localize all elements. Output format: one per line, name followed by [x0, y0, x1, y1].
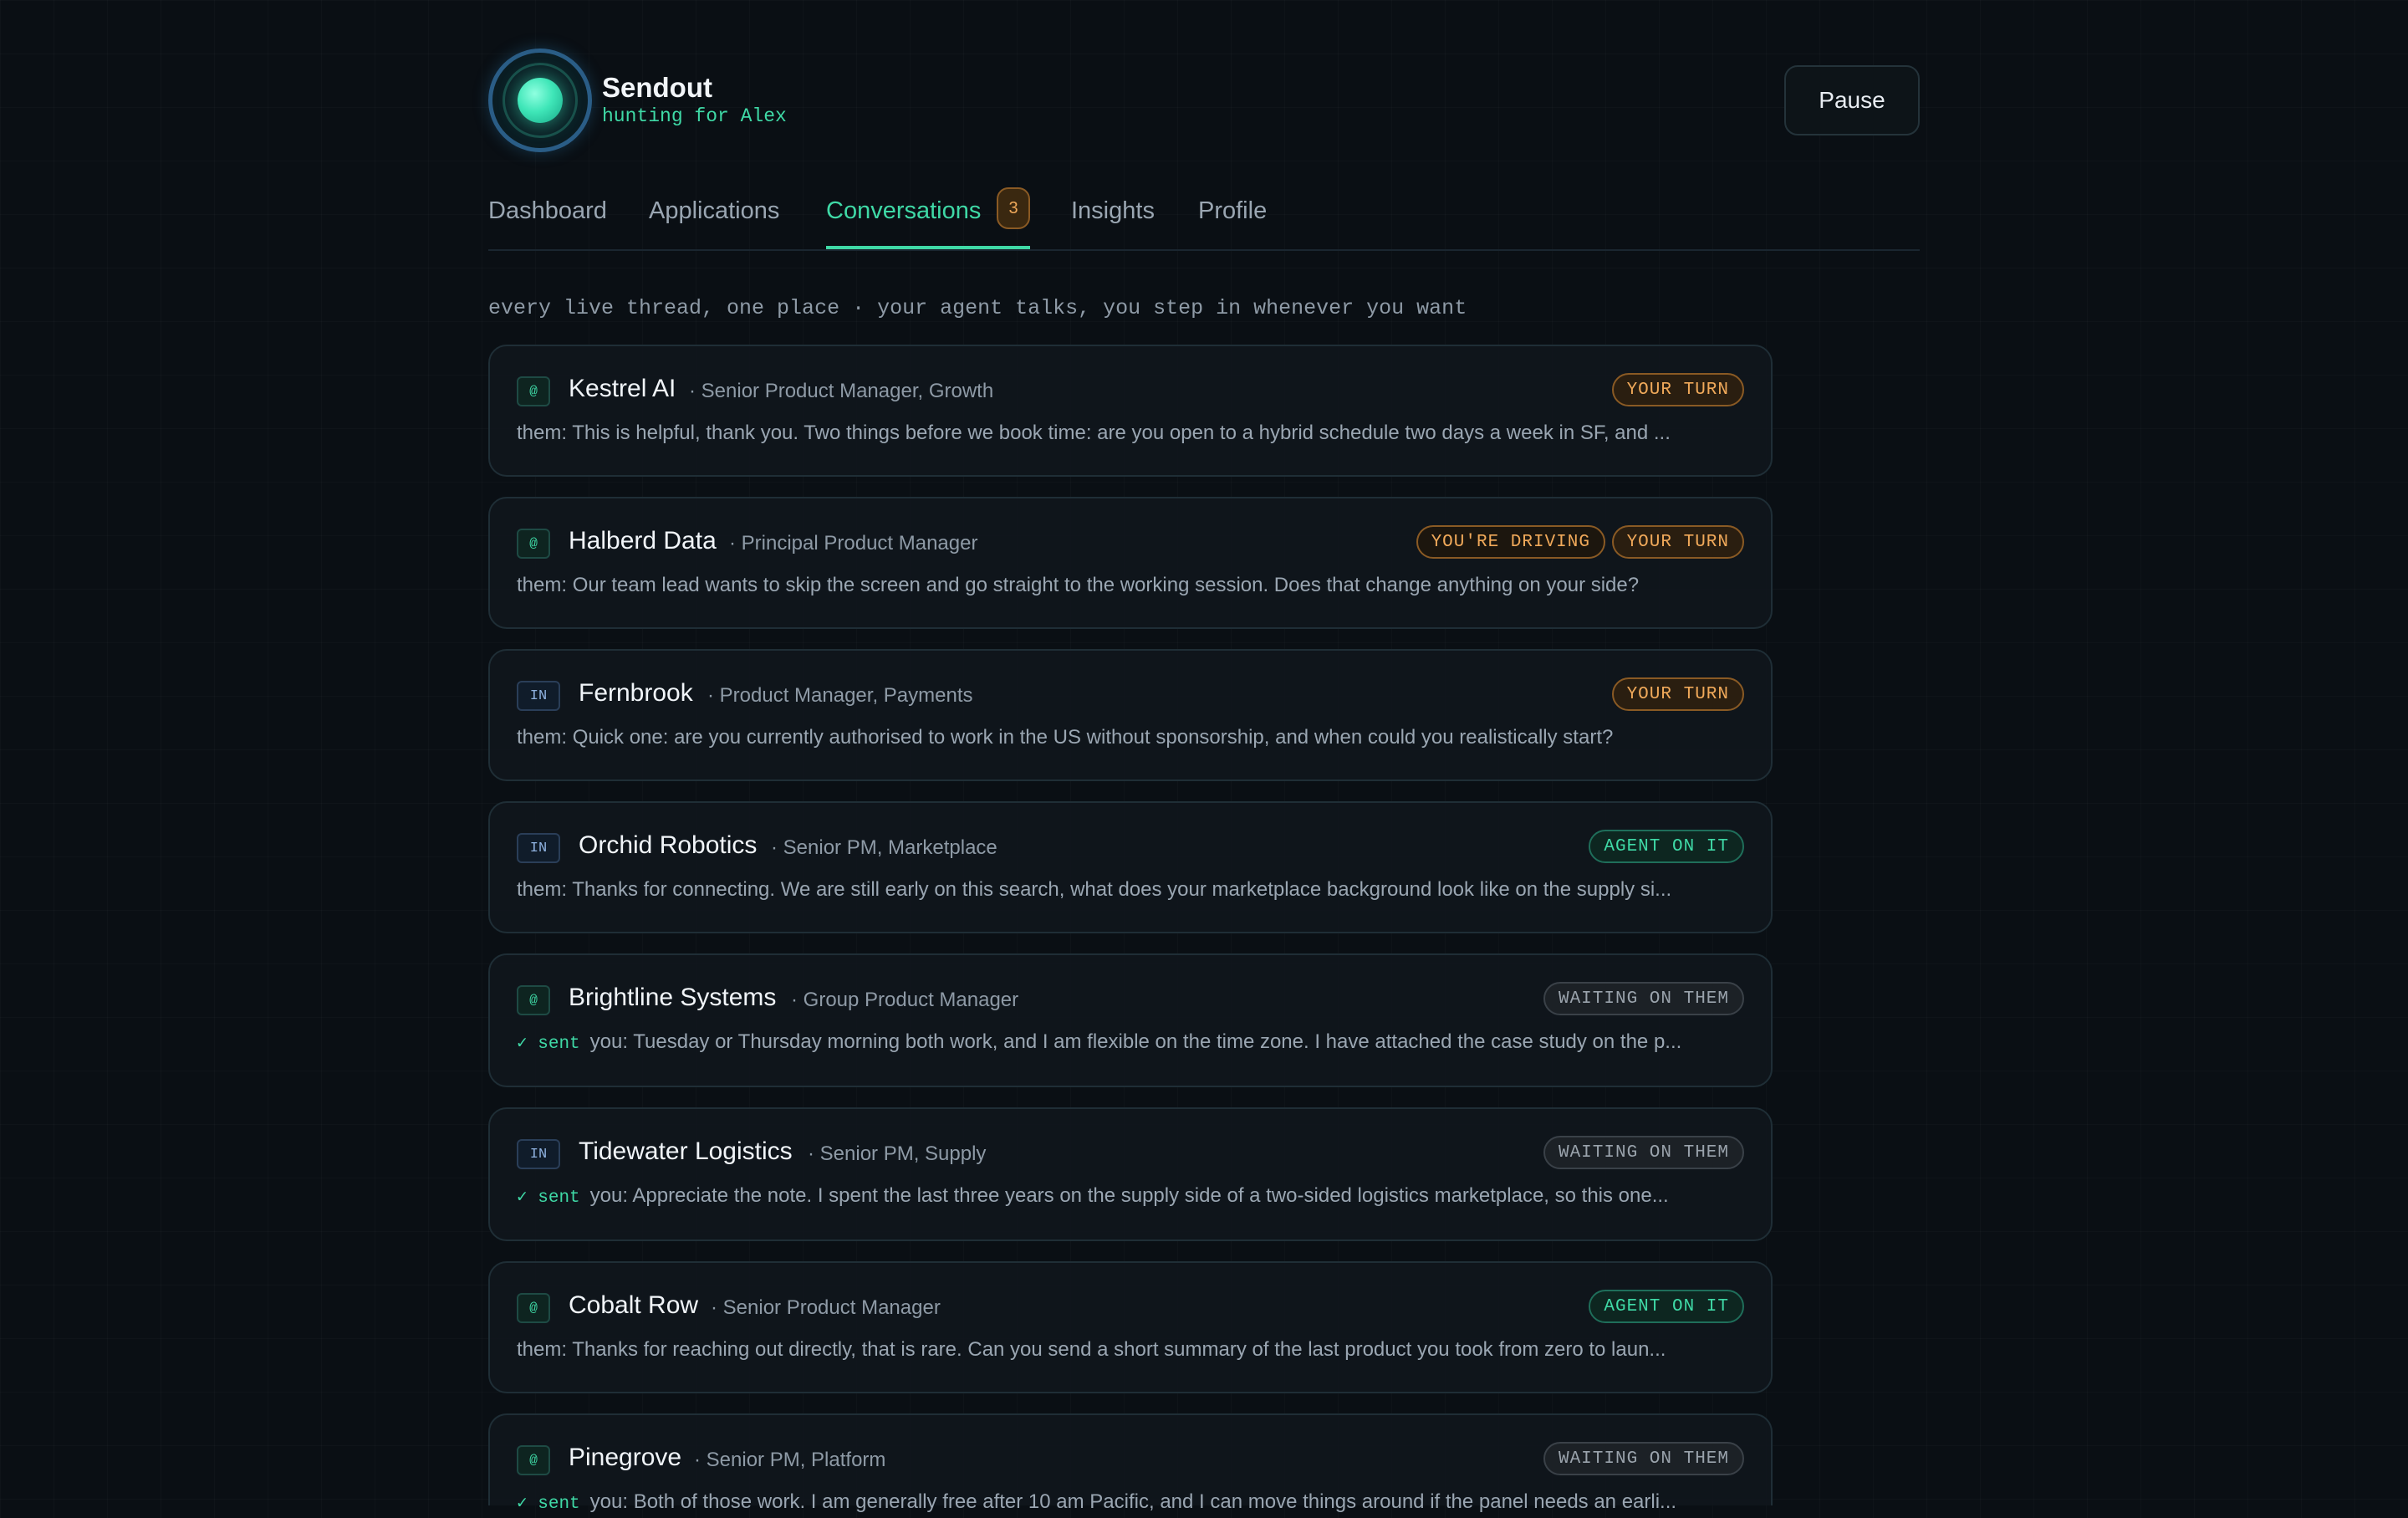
- role-title: · Group Product Manager: [791, 989, 1019, 1011]
- email-source-icon: @: [517, 376, 550, 406]
- company-name: Kestrel AI: [569, 375, 676, 402]
- status-badge-agent-on-it: AGENT ON IT: [1589, 1290, 1744, 1323]
- linkedin-source-icon: IN: [517, 681, 560, 711]
- message-preview: ✓ sent you: Tuesday or Thursday morning b…: [517, 1029, 1741, 1058]
- conversation-card[interactable]: IN Tidewater Logistics · Senior PM, Supp…: [488, 1107, 1773, 1241]
- status-badge-agent-on-it: AGENT ON IT: [1589, 830, 1744, 863]
- status-badge-waiting-on-them: WAITING ON THEM: [1543, 1136, 1744, 1169]
- sendout-logo-icon: [488, 49, 592, 152]
- tab-applications[interactable]: Applications: [649, 197, 779, 225]
- page-tagline: every live thread, one place · your agen…: [488, 296, 1467, 320]
- company-name: Brightline Systems: [569, 984, 777, 1011]
- message-text: you: Appreciate the note. I spent the la…: [589, 1184, 1669, 1207]
- role-title: · Senior PM, Platform: [694, 1449, 886, 1471]
- tab-conversations[interactable]: Conversations: [826, 197, 981, 225]
- email-source-icon: @: [517, 985, 550, 1015]
- company-name: Cobalt Row: [569, 1291, 699, 1319]
- sent-indicator: ✓ sent: [517, 1188, 580, 1208]
- message-preview: ✓ sent you: Appreciate the note. I spent …: [517, 1183, 1741, 1212]
- linkedin-source-icon: IN: [517, 1139, 560, 1169]
- role-title: · Senior PM, Marketplace: [771, 836, 997, 859]
- status-badge-your-turn: YOUR TURN: [1611, 525, 1744, 559]
- tab-insights[interactable]: Insights: [1071, 197, 1155, 225]
- message-preview: them: This is helpful, thank you. Two th…: [517, 422, 1671, 444]
- brand-name: Sendout: [602, 72, 712, 103]
- role-title: · Senior Product Manager: [711, 1296, 941, 1319]
- company-name: Pinegrove: [569, 1444, 682, 1471]
- message-text: you: Tuesday or Thursday morning both wo…: [589, 1030, 1682, 1053]
- status-badge-waiting-on-them: WAITING ON THEM: [1543, 1442, 1744, 1475]
- main-tabs: Dashboard Applications Conversations 3 I…: [488, 186, 1920, 251]
- pause-button[interactable]: Pause: [1784, 65, 1920, 135]
- brand-subtitle: hunting for Alex: [602, 105, 787, 127]
- message-preview: ✓ sent you: Both of those work. I am gene…: [517, 1489, 1741, 1518]
- message-preview: them: Our team lead wants to skip the sc…: [517, 574, 1640, 596]
- app-header: Sendout hunting for Alex Pause: [488, 47, 1920, 156]
- status-badge-youre-driving: YOU'RE DRIVING: [1416, 525, 1605, 559]
- conversation-card[interactable]: IN Fernbrook · Product Manager, Payments…: [488, 649, 1773, 781]
- conversation-card[interactable]: IN Orchid Robotics · Senior PM, Marketpl…: [488, 801, 1773, 933]
- email-source-icon: @: [517, 1445, 550, 1475]
- active-tab-indicator: [826, 246, 1030, 249]
- linkedin-source-icon: IN: [517, 833, 560, 863]
- conversations-count-badge: 3: [997, 187, 1030, 229]
- role-title: · Principal Product Manager: [729, 532, 978, 555]
- conversation-card[interactable]: @ Kestrel AI · Senior Product Manager, G…: [488, 345, 1773, 477]
- company-name: Fernbrook: [579, 679, 693, 707]
- status-badge-your-turn: YOUR TURN: [1611, 677, 1744, 711]
- email-source-icon: @: [517, 529, 550, 559]
- company-name: Halberd Data: [569, 527, 717, 555]
- status-badge-waiting-on-them: WAITING ON THEM: [1543, 982, 1744, 1015]
- role-title: · Senior PM, Supply: [808, 1142, 987, 1165]
- tab-dashboard[interactable]: Dashboard: [488, 197, 607, 225]
- status-badge-your-turn: YOUR TURN: [1611, 373, 1744, 406]
- company-name: Orchid Robotics: [579, 831, 758, 859]
- sent-indicator: ✓ sent: [517, 1495, 580, 1514]
- role-title: · Senior Product Manager, Growth: [689, 380, 994, 402]
- sent-indicator: ✓ sent: [517, 1035, 580, 1054]
- conversation-card[interactable]: @ Cobalt Row · Senior Product Manager AG…: [488, 1261, 1773, 1393]
- message-text: you: Both of those work. I am generally …: [589, 1490, 1677, 1513]
- conversation-card[interactable]: @ Pinegrove · Senior PM, Platform WAITIN…: [488, 1413, 1773, 1514]
- conversation-card[interactable]: @ Brightline Systems · Group Product Man…: [488, 953, 1773, 1087]
- conversation-card[interactable]: @ Halberd Data · Principal Product Manag…: [488, 497, 1773, 629]
- email-source-icon: @: [517, 1293, 550, 1323]
- message-preview: them: Thanks for connecting. We are stil…: [517, 878, 1672, 901]
- role-title: · Product Manager, Payments: [707, 684, 973, 707]
- message-preview: them: Thanks for reaching out directly, …: [517, 1338, 1666, 1361]
- company-name: Tidewater Logistics: [579, 1137, 793, 1165]
- tab-profile[interactable]: Profile: [1198, 197, 1267, 225]
- message-preview: them: Quick one: are you currently autho…: [517, 726, 1614, 749]
